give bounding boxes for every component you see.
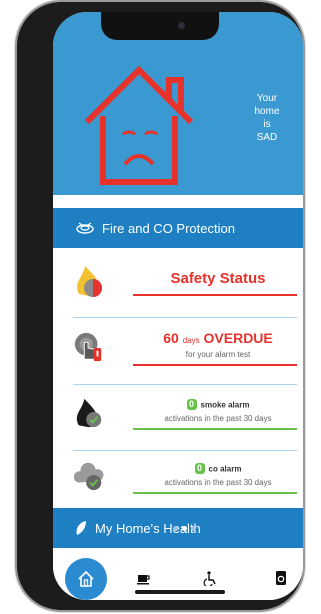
safety-status-row[interactable]: Safety Status xyxy=(53,260,303,312)
safety-status-bar xyxy=(133,294,297,296)
mood-line: SAD xyxy=(256,132,278,143)
mood-line: is xyxy=(263,119,271,130)
mood-line: Your xyxy=(256,93,278,104)
co-alarm-subtitle: activations in the past 30 days xyxy=(164,478,272,487)
co-alarm-bar xyxy=(133,492,297,494)
alarm-touch-icon xyxy=(74,332,102,362)
flame-check-icon xyxy=(76,398,102,428)
alarm-test-row[interactable]: 60 days OVERDUE for your alarm test xyxy=(53,324,303,380)
home-tab-icon xyxy=(78,570,94,587)
co-alarm-label: co alarm xyxy=(208,464,242,474)
fire-badge-icon xyxy=(77,266,102,297)
smoke-alarm-count: 0 xyxy=(186,399,197,411)
divider xyxy=(73,317,297,318)
overdue-days-unit: days xyxy=(182,336,200,345)
smoke-alarm-subtitle: activations in the past 30 days xyxy=(164,414,272,423)
overdue-bar xyxy=(133,364,297,366)
co-alarm-line: 0 co alarm xyxy=(133,460,303,478)
page-dot[interactable] xyxy=(173,526,178,531)
fire-co-section-header[interactable]: Fire and CO Protection xyxy=(53,208,303,248)
smoke-alarm-bar xyxy=(133,428,297,430)
safety-status-title: Safety Status xyxy=(170,270,266,287)
home-indicator-bar xyxy=(135,590,225,594)
front-camera xyxy=(178,22,185,29)
smoke-alarm-line: 0 smoke alarm xyxy=(133,396,303,414)
divider xyxy=(73,384,297,385)
phone-notch xyxy=(101,12,219,40)
divider xyxy=(73,450,297,451)
cloud-check-icon xyxy=(73,462,104,491)
smoke-detector-icon xyxy=(76,222,94,234)
section-title: Fire and CO Protection xyxy=(102,220,235,236)
co-alarm-count: 0 xyxy=(194,463,205,475)
smoke-alarm-row[interactable]: 0 smoke alarm activations in the past 30 … xyxy=(53,390,303,446)
home-mood-text: Your home is SAD xyxy=(239,92,295,144)
leaf-icon xyxy=(76,521,86,535)
accessibility-tab-icon[interactable] xyxy=(203,570,219,586)
page-indicator[interactable] xyxy=(173,526,196,531)
appliance-tab-icon[interactable] xyxy=(273,570,289,586)
mood-line: home xyxy=(254,106,280,117)
page-dot-active[interactable] xyxy=(182,526,187,531)
smoke-alarm-label: smoke alarm xyxy=(200,400,250,410)
overdue-subtitle: for your alarm test xyxy=(185,350,251,359)
home-tab[interactable] xyxy=(65,558,107,600)
co-alarm-row[interactable]: 0 co alarm activations in the past 30 day… xyxy=(53,456,303,506)
coffee-tab-icon[interactable] xyxy=(135,570,151,586)
app-screen: Your home is SAD Fire and CO Protection … xyxy=(53,12,303,600)
overdue-status: OVERDUE xyxy=(203,330,273,346)
sad-house-icon xyxy=(84,65,194,185)
page-dot[interactable] xyxy=(191,526,196,531)
overdue-line: 60 days OVERDUE xyxy=(133,330,303,346)
overdue-days-count: 60 xyxy=(163,330,179,346)
